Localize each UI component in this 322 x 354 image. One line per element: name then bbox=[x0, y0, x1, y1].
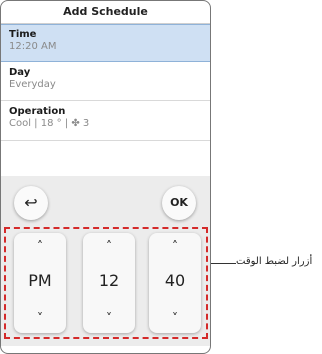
operation-value: Cool | 18 ° | ✤ 3 bbox=[9, 118, 90, 129]
time-row[interactable]: Time 12:20 AM bbox=[1, 24, 210, 62]
page-title: Add Schedule bbox=[1, 1, 210, 24]
back-arrow-icon: ↩ bbox=[24, 193, 38, 212]
time-buttons-highlight bbox=[4, 227, 208, 339]
day-value: Everyday bbox=[9, 79, 56, 90]
day-row[interactable]: Day Everyday bbox=[1, 62, 210, 101]
time-value: 12:20 AM bbox=[9, 41, 57, 52]
annotation-leader-line bbox=[211, 263, 236, 264]
operation-row[interactable]: Operation Cool | 18 ° | ✤ 3 bbox=[1, 101, 210, 141]
schedule-screen: Add Schedule Time 12:20 AM Day Everyday … bbox=[0, 0, 211, 354]
operation-label: Operation bbox=[9, 106, 66, 117]
ok-button[interactable]: OK bbox=[162, 186, 196, 220]
time-label: Time bbox=[9, 29, 37, 40]
back-button[interactable]: ↩ bbox=[14, 186, 48, 220]
annotation-label: أزرار لضبط الوقت bbox=[236, 256, 313, 267]
day-label: Day bbox=[9, 67, 31, 78]
